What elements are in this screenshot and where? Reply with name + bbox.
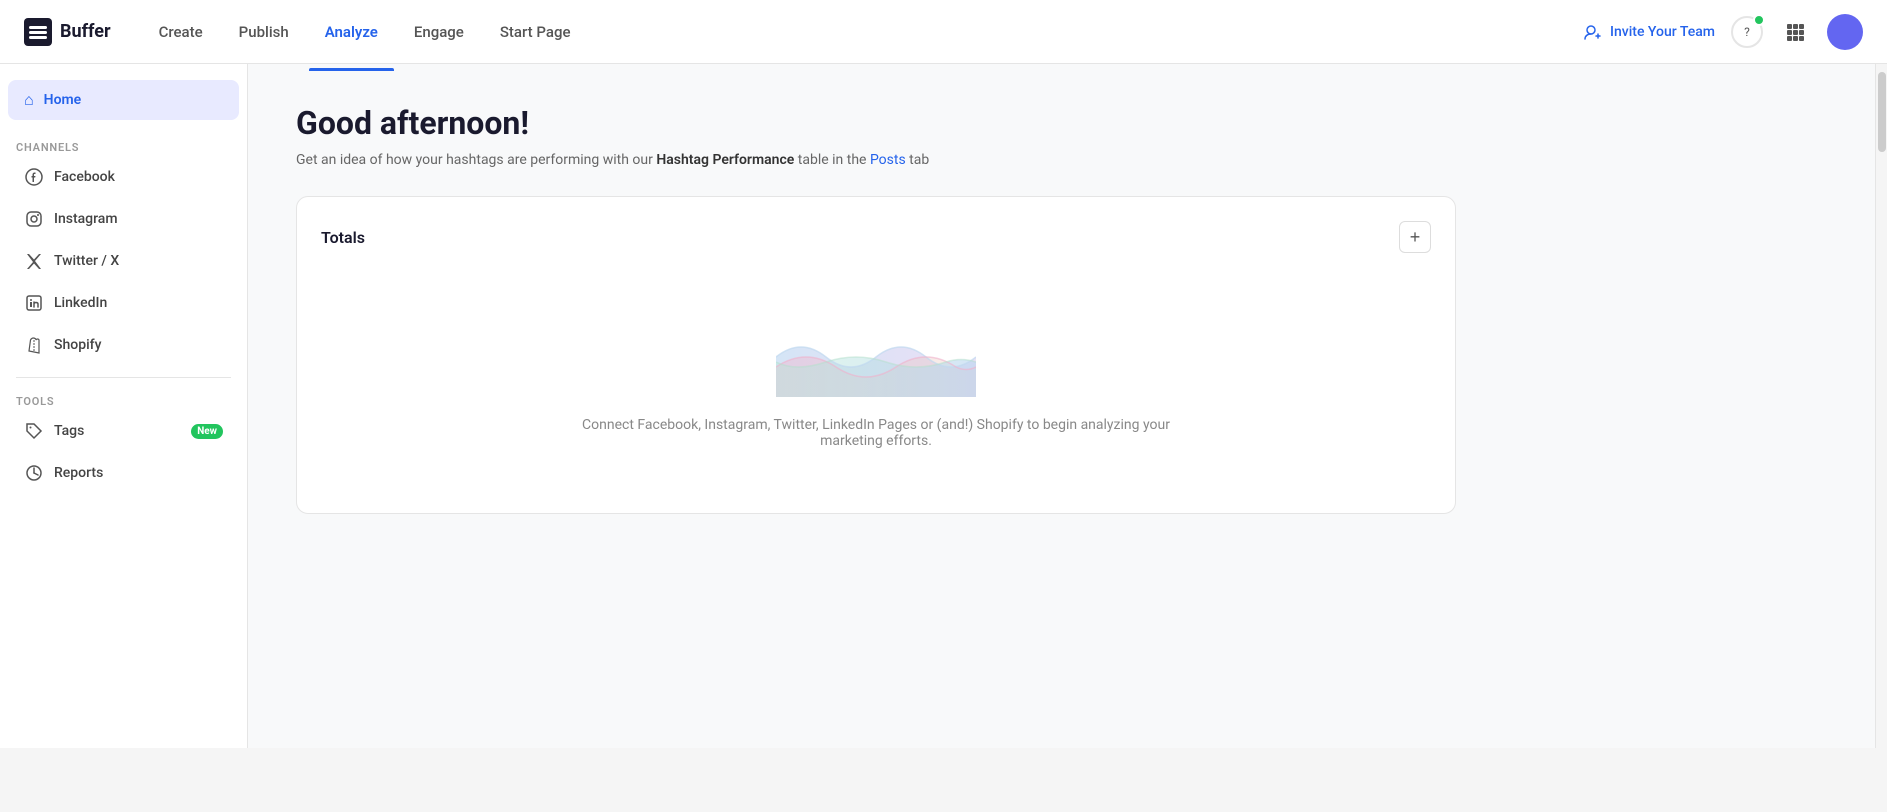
twitter-label: Twitter / X (54, 253, 223, 269)
tools-section-label: Tools (0, 387, 70, 412)
empty-state: Connect Facebook, Instagram, Twitter, Li… (321, 277, 1431, 489)
invite-team-button[interactable]: Invite Your Team (1584, 23, 1715, 41)
logo[interactable]: Buffer (24, 18, 111, 46)
wave-illustration (776, 317, 976, 397)
sidebar-item-reports[interactable]: Reports (8, 453, 239, 493)
nav-right: Invite Your Team ? (1584, 14, 1863, 50)
hashtag-performance-text: Hashtag Performance (656, 152, 794, 168)
greeting-heading: Good afternoon! (296, 104, 1827, 142)
channels-section-label: Channels (0, 133, 95, 158)
subtitle-text: Get an idea of how your hashtags are per… (296, 152, 1827, 168)
invite-team-label: Invite Your Team (1610, 24, 1715, 40)
sidebar-item-tags[interactable]: Tags New (8, 411, 239, 451)
buffer-logo-icon (24, 18, 52, 46)
sidebar-item-twitter[interactable]: Twitter / X (8, 241, 239, 281)
twitter-icon (24, 251, 44, 271)
empty-state-text: Connect Facebook, Instagram, Twitter, Li… (576, 417, 1176, 449)
reports-label: Reports (54, 465, 223, 481)
tag-icon (24, 421, 44, 441)
add-metric-button[interactable]: + (1399, 221, 1431, 253)
facebook-icon (24, 167, 44, 187)
logo-text: Buffer (60, 21, 111, 42)
shopify-icon (24, 335, 44, 355)
instagram-icon (24, 209, 44, 229)
nav-publish[interactable]: Publish (223, 15, 305, 49)
sidebar-item-shopify[interactable]: Shopify (8, 325, 239, 365)
sidebar-item-facebook[interactable]: Facebook (8, 157, 239, 197)
reports-icon (24, 463, 44, 483)
sidebar-home-label: Home (44, 92, 82, 108)
posts-tab-link[interactable]: Posts (870, 152, 906, 168)
nav-engage[interactable]: Engage (398, 15, 480, 49)
main-content: Good afternoon! Get an idea of how your … (248, 64, 1875, 748)
sidebar: ⌂ Home Channels Facebook Instagram (0, 64, 248, 748)
tags-label: Tags (54, 423, 181, 439)
scrollbar-thumb (1878, 72, 1886, 152)
help-button[interactable]: ? (1731, 16, 1763, 48)
sidebar-item-instagram[interactable]: Instagram (8, 199, 239, 239)
apps-button[interactable] (1779, 16, 1811, 48)
nav-create[interactable]: Create (143, 15, 219, 49)
right-scrollbar[interactable] (1875, 64, 1887, 748)
facebook-label: Facebook (54, 169, 223, 185)
linkedin-label: LinkedIn (54, 295, 223, 311)
new-badge: New (191, 424, 223, 439)
totals-title: Totals (321, 228, 365, 247)
sidebar-item-linkedin[interactable]: LinkedIn (8, 283, 239, 323)
top-nav: Buffer Create Publish Analyze Engage Sta… (0, 0, 1887, 64)
nav-links: Create Publish Analyze Engage Start Page (143, 15, 1584, 49)
nav-analyze[interactable]: Analyze (309, 15, 394, 49)
sidebar-divider (16, 377, 231, 378)
user-avatar[interactable] (1827, 14, 1863, 50)
apps-grid-icon (1785, 22, 1805, 42)
invite-icon (1584, 23, 1602, 41)
home-icon: ⌂ (24, 90, 34, 110)
totals-card: Totals + (296, 196, 1456, 514)
instagram-label: Instagram (54, 211, 223, 227)
help-badge (1753, 14, 1765, 26)
sidebar-home[interactable]: ⌂ Home (8, 80, 239, 120)
totals-header: Totals + (321, 221, 1431, 253)
nav-start-page[interactable]: Start Page (484, 15, 587, 49)
main-layout: ⌂ Home Channels Facebook Instagram (0, 64, 1887, 748)
linkedin-icon (24, 293, 44, 313)
shopify-label: Shopify (54, 337, 223, 353)
